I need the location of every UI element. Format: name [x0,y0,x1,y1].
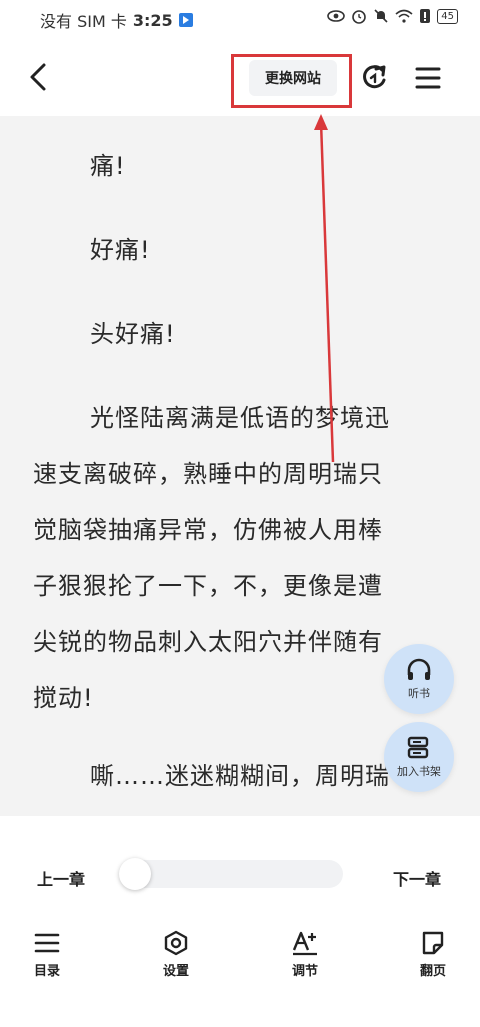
paragraph-line: 速支离破碎，熟睡中的周明瑞只 [33,460,383,488]
battery-indicator: 45 [437,8,458,24]
paragraph-line: 光怪陆离满是低语的梦境迅 [90,404,390,432]
font-adjust-icon [292,931,317,956]
list-icon [34,933,60,953]
listen-button[interactable]: 听书 [384,644,454,714]
status-right: 45 [327,8,458,24]
tab-settings-label: 设置 [162,964,189,979]
headphones-icon [407,658,431,680]
wifi-icon [395,9,413,23]
highlight-annotation [231,54,352,108]
menu-icon[interactable] [413,64,443,92]
paragraph-line: 觉脑袋抽痛异常，仿佛被人用棒 [33,516,383,544]
add-shelf-label: 加入书架 [397,765,441,778]
clock: 3:25 [132,10,173,30]
back-arrow-icon[interactable] [24,60,54,94]
next-chapter-button[interactable]: 下一章 [393,866,441,890]
carrier-text: 没有 SIM 卡 [40,12,127,31]
page-curl-icon [422,931,444,955]
mute-bell-icon [374,9,388,23]
paragraph-line: 尖锐的物品刺入太阳穴并伴随有 [33,628,383,656]
tab-page-turn-label: 翻页 [419,964,446,979]
paragraph: 痛! [90,152,126,180]
bookshelf-icon [407,736,429,759]
tab-catalog-label: 目录 [33,964,60,979]
refresh-icon[interactable] [358,62,390,94]
paragraph: 头好痛! [90,320,176,348]
alert-icon [420,9,431,23]
add-to-shelf-button[interactable]: 加入书架 [384,722,454,792]
chapter-progress-slider[interactable] [121,860,343,888]
settings-hexagon-icon [164,930,188,956]
paragraph-line: 搅动! [33,684,94,712]
alarm-icon [352,10,367,24]
status-bar: 没有 SIM 卡 3:25 45 [0,0,480,38]
slider-thumb[interactable] [119,858,151,890]
listen-label: 听书 [408,687,430,700]
tab-adjust-label: 调节 [291,964,318,979]
paragraph: 好痛! [90,236,151,264]
app-notification-icon [178,13,193,27]
tab-adjust[interactable]: 调节 [270,930,340,979]
prev-chapter-button[interactable]: 上一章 [37,866,85,890]
paragraph-line: 子狠狠抡了一下，不，更像是遭 [33,572,383,600]
tab-catalog[interactable]: 目录 [12,930,82,979]
tab-page-turn[interactable]: 翻页 [398,930,468,979]
bottom-panel: 上一章 下一章 目录 设置 调节 翻页 [0,816,480,1027]
status-left: 没有 SIM 卡 3:25 [40,8,193,32]
eye-icon [327,10,346,22]
tab-settings[interactable]: 设置 [141,930,211,979]
